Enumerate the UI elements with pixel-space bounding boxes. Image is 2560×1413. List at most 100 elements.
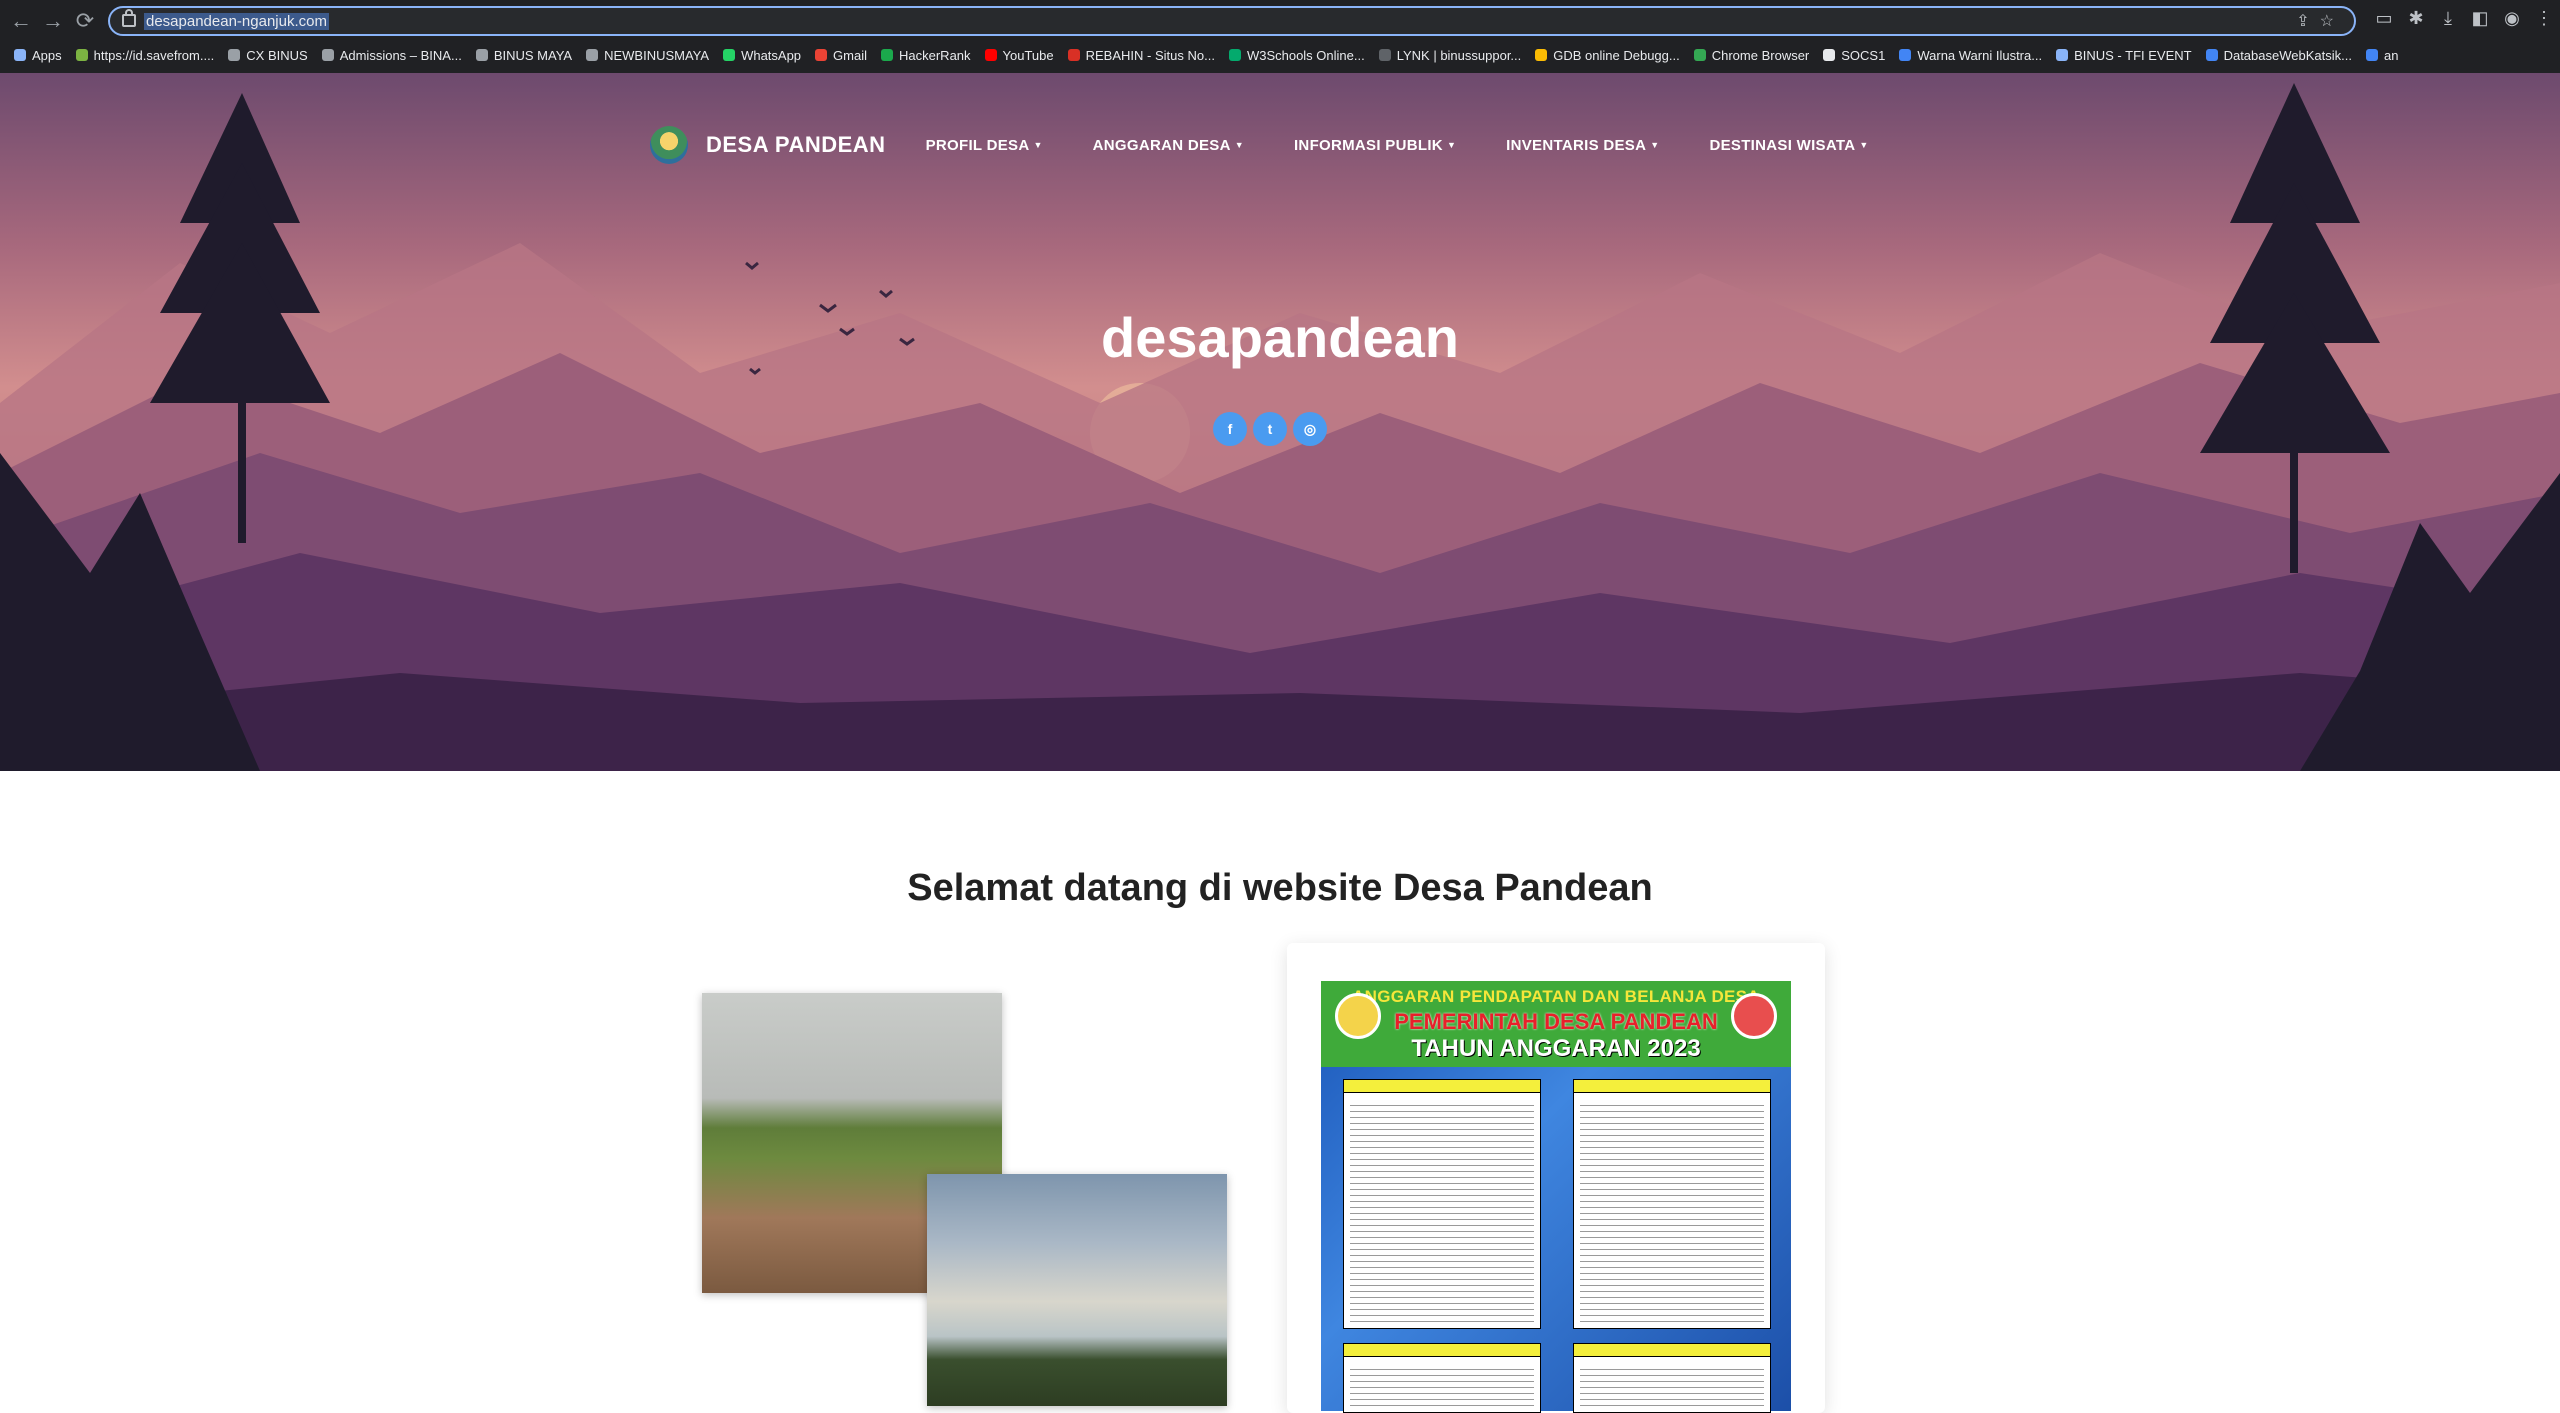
welcome-heading: Selamat datang di website Desa Pandean [907, 867, 1653, 909]
bookmark-label: YouTube [1002, 48, 1054, 63]
menu-anggaran-desa[interactable]: ANGGARAN DESA ▼ [1093, 137, 1244, 154]
hero-section: DESA PANDEAN PROFIL DESA ▼ ANGGARAN DESA ▼… [0, 73, 2560, 771]
bookmark-item[interactable]: Gmail [815, 44, 867, 68]
village-seal-icon [1731, 993, 1777, 1039]
bookmark-favicon-icon [586, 49, 599, 61]
bookmark-label: LYNK | binussuppor... [1396, 48, 1522, 63]
budget-table-right-2 [1573, 1343, 1771, 1413]
bookmark-favicon-icon [1378, 49, 1391, 61]
caret-down-icon: ▼ [1446, 139, 1457, 150]
menu-label: PROFIL DESA [925, 136, 1030, 154]
bookmark-favicon-icon [984, 49, 997, 61]
bookmark-favicon-icon [1899, 49, 1912, 61]
poster-line-3: TAHUN ANGGARAN 2023 [1411, 1035, 1701, 1062]
bookmark-label: BINUS - TFI EVENT [2074, 48, 2192, 63]
bookmark-favicon-icon [1535, 49, 1548, 61]
menu-informasi-publik[interactable]: INFORMASI PUBLIK ▼ [1294, 137, 1456, 154]
bookmark-favicon-icon [75, 49, 88, 61]
menu-label: DESTINASI WISATA [1709, 136, 1856, 154]
bookmark-item[interactable]: NEWBINUSMAYA [586, 44, 709, 68]
reload-button[interactable]: ⟳ [72, 8, 98, 34]
download-icon[interactable]: ⤓ [2432, 8, 2464, 29]
bookmark-label: an [2383, 48, 2399, 63]
facebook-icon[interactable]: f [1213, 412, 1247, 446]
caret-down-icon: ▼ [1650, 139, 1660, 150]
tab-search-icon[interactable]: ▭ [2368, 8, 2400, 29]
bookmark-item[interactable]: CX BINUS [228, 44, 308, 68]
bookmark-favicon-icon [2205, 49, 2218, 61]
bookmark-favicon-icon [1823, 49, 1836, 61]
lock-icon[interactable] [122, 9, 136, 27]
bookmark-item[interactable]: LYNK | binussuppor... [1378, 44, 1522, 68]
share-icon[interactable]: ⇪ [2296, 13, 2319, 30]
bookmark-label: DatabaseWebKatsik... [2223, 48, 2352, 63]
side-panel-icon[interactable]: ◧ [2464, 8, 2496, 29]
bookmark-label: CX BINUS [246, 48, 308, 63]
bookmark-favicon-icon [723, 49, 736, 61]
poster-header: ANGGARAN PENDAPATAN DAN BELANJA DESA PEM… [1321, 981, 1791, 1067]
bookmark-item[interactable]: Apps [14, 44, 62, 68]
bookmark-label: Warna Warni Ilustra... [1917, 48, 2043, 63]
menu-profil-desa[interactable]: PROFIL DESA ▼ [926, 137, 1043, 154]
bookmark-item[interactable]: HackerRank [881, 44, 971, 68]
apbdes-poster[interactable]: ANGGARAN PENDAPATAN DAN BELANJA DESA PEM… [1321, 981, 1791, 1413]
menu-label: INVENTARIS DESA [1506, 136, 1647, 154]
village-logo[interactable] [650, 126, 688, 164]
back-button[interactable]: ← [8, 8, 34, 34]
field-sky-photo [927, 1174, 1227, 1406]
caret-down-icon: ▼ [1033, 139, 1043, 150]
budget-table-right [1573, 1079, 1771, 1329]
bookmark-item[interactable]: BINUS MAYA [475, 44, 573, 68]
bookmark-favicon-icon [14, 49, 26, 61]
caret-down-icon: ▼ [1234, 139, 1244, 150]
bookmark-item[interactable]: https://id.savefrom.... [75, 44, 215, 68]
omnibox-actions: ⇪☆ [2296, 11, 2344, 31]
site-navbar: DESA PANDEAN PROFIL DESA ▼ ANGGARAN DESA ▼… [650, 125, 1919, 165]
menu-label: ANGGARAN DESA [1092, 136, 1231, 154]
bookmark-item[interactable]: REBAHIN - Situs No... [1067, 44, 1215, 68]
menu-kebab-icon[interactable]: ⋮ [2528, 8, 2560, 29]
menu-destinasi-wisata[interactable]: DESTINASI WISATA ▼ [1709, 137, 1868, 154]
profile-avatar[interactable]: ◉ [2496, 8, 2528, 29]
menu-inventaris-desa[interactable]: INVENTARIS DESA ▼ [1506, 137, 1659, 154]
bookmark-label: WhatsApp [741, 48, 802, 63]
apbdes-card: ANGGARAN PENDAPATAN DAN BELANJA DESA PEM… [1287, 943, 1825, 1413]
budget-table-left-2 [1343, 1343, 1541, 1413]
bookmark-item[interactable]: GDB online Debugg... [1535, 44, 1680, 68]
bookmark-item[interactable]: W3Schools Online... [1228, 44, 1365, 68]
bookmark-label: HackerRank [899, 48, 971, 63]
bookmark-label: Apps [32, 48, 62, 63]
address-bar[interactable]: desapandean-nganjuk.com ⇪☆ [108, 6, 2356, 36]
bookmark-favicon-icon [881, 49, 893, 61]
twitter-icon[interactable]: t [1253, 412, 1287, 446]
menu-label: INFORMASI PUBLIK [1293, 136, 1443, 154]
bookmark-item[interactable]: Admissions – BINA... [321, 44, 462, 68]
site-brand[interactable]: DESA PANDEAN [706, 132, 886, 158]
bookmark-item[interactable]: an [2365, 44, 2399, 68]
bookmark-item[interactable]: BINUS - TFI EVENT [2056, 44, 2192, 68]
bookmark-favicon-icon [815, 49, 828, 61]
forward-button[interactable]: → [40, 8, 66, 34]
bookmark-item[interactable]: YouTube [984, 44, 1054, 68]
bookmark-label: Chrome Browser [1711, 48, 1810, 63]
bookmark-item[interactable]: Chrome Browser [1693, 44, 1810, 68]
bookmark-label: BINUS MAYA [493, 48, 573, 63]
url-text[interactable]: desapandean-nganjuk.com [144, 13, 329, 30]
social-links: f t ◎ [1213, 412, 1333, 446]
bookmark-item[interactable]: Warna Warni Ilustra... [1899, 44, 2042, 68]
regency-seal-icon [1335, 993, 1381, 1039]
bookmark-item[interactable]: WhatsApp [723, 44, 801, 68]
bookmark-label: GDB online Debugg... [1553, 48, 1680, 63]
bookmark-star-icon[interactable]: ☆ [2320, 13, 2344, 30]
bookmark-item[interactable]: SOCS1 [1823, 44, 1885, 68]
bookmark-label: W3Schools Online... [1246, 48, 1365, 63]
bookmark-item[interactable]: DatabaseWebKatsik... [2205, 44, 2352, 68]
bookmark-label: Gmail [833, 48, 867, 63]
instagram-icon[interactable]: ◎ [1293, 412, 1327, 446]
caret-down-icon: ▼ [1859, 139, 1869, 150]
main-menu: PROFIL DESA ▼ ANGGARAN DESA ▼ INFORMASI PU… [926, 137, 1919, 154]
bookmark-favicon-icon [475, 49, 488, 61]
extensions-icon[interactable]: ✱ [2400, 8, 2432, 29]
bookmark-favicon-icon [2365, 49, 2378, 61]
bookmark-label: https://id.savefrom.... [93, 48, 215, 63]
